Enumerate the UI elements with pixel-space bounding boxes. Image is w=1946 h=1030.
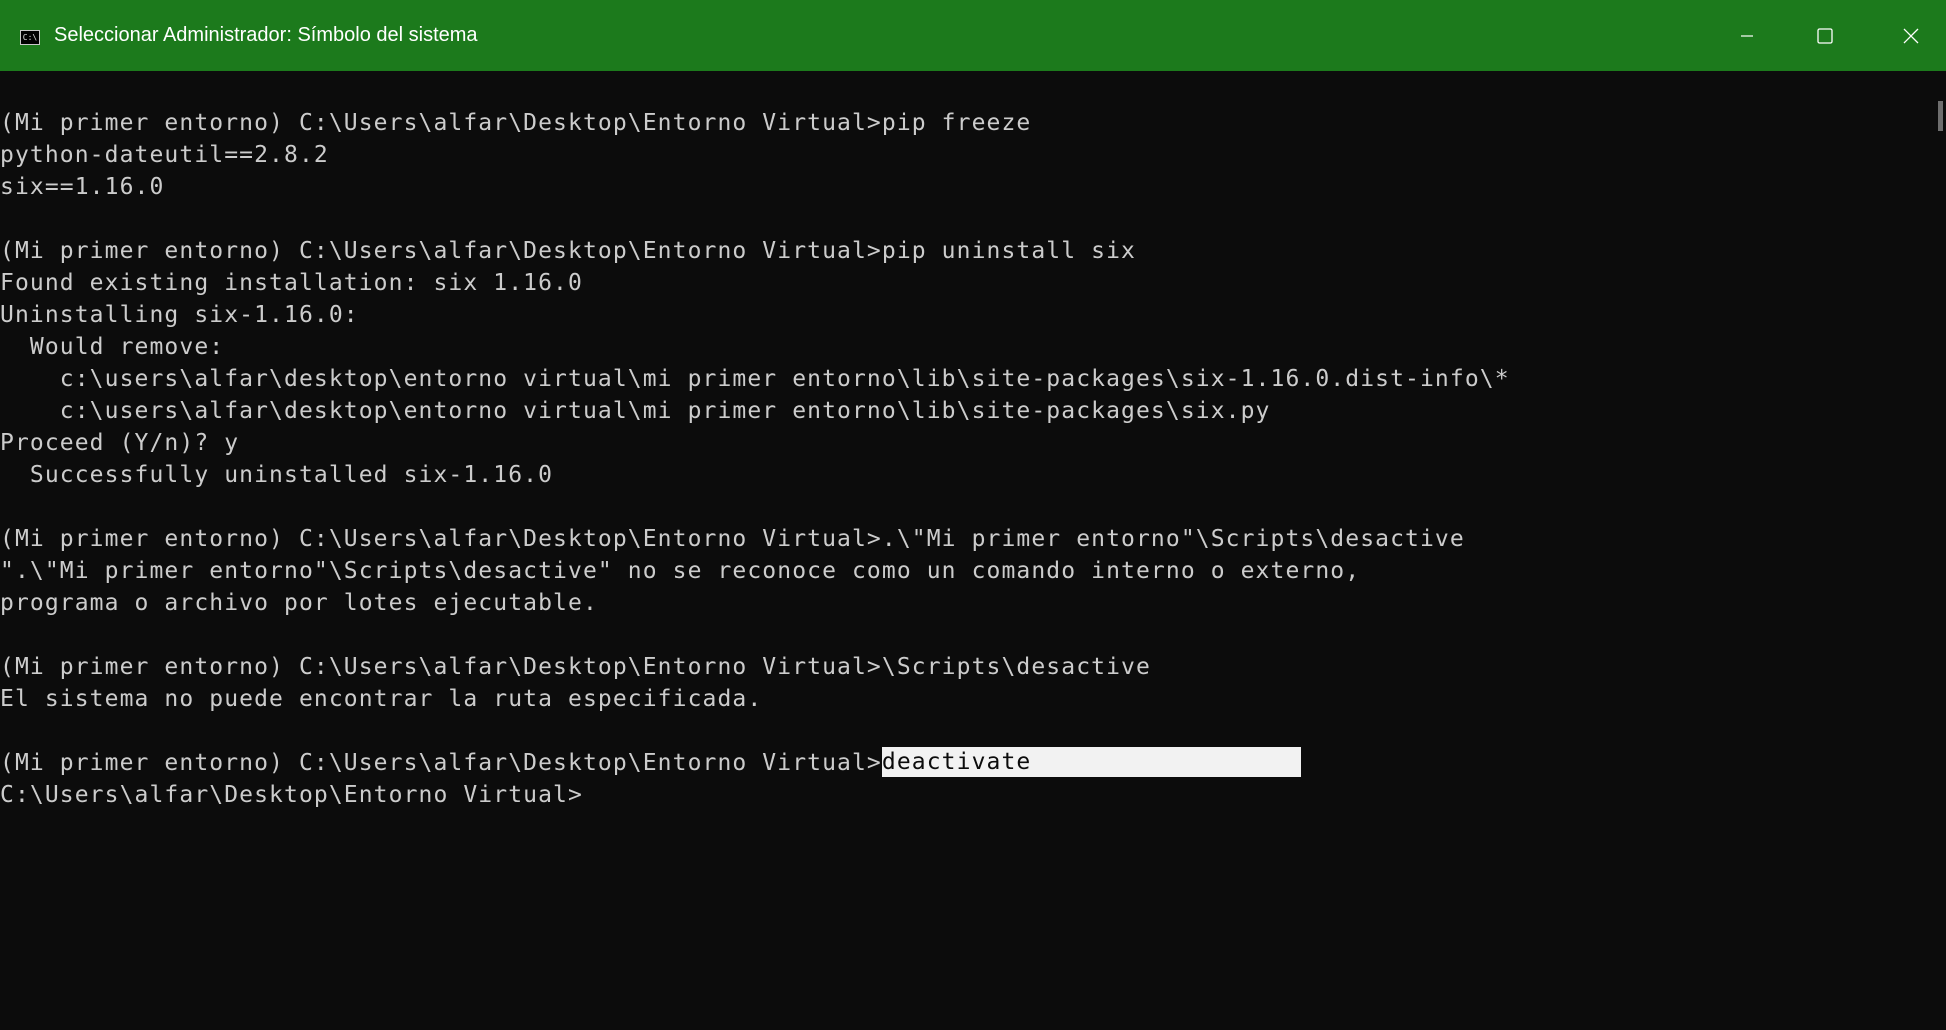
cmd-window: C:\ Seleccionar Administrador: Símbolo d… <box>0 0 1946 1030</box>
console-line: (Mi primer entorno) C:\Users\alfar\Deskt… <box>0 654 1151 680</box>
cmd-icon[interactable]: C:\ <box>20 30 40 45</box>
console-line: c:\users\alfar\desktop\entorno virtual\m… <box>0 366 1510 392</box>
console-line: (Mi primer entorno) C:\Users\alfar\Deskt… <box>0 110 1032 136</box>
maximize-icon <box>1817 27 1833 44</box>
console-line: c:\users\alfar\desktop\entorno virtual\m… <box>0 398 1271 424</box>
console-line: programa o archivo por lotes ejecutable. <box>0 590 598 616</box>
console-output[interactable]: (Mi primer entorno) C:\Users\alfar\Deskt… <box>0 71 1938 1030</box>
console-line: (Mi primer entorno) C:\Users\alfar\Deskt… <box>0 526 1465 552</box>
console-line: (Mi primer entorno) C:\Users\alfar\Deskt… <box>0 238 1136 264</box>
title-bar[interactable]: C:\ Seleccionar Administrador: Símbolo d… <box>0 0 1946 71</box>
console-line: Successfully uninstalled six-1.16.0 <box>0 462 554 488</box>
console-line: Proceed (Y/n)? y <box>0 430 240 456</box>
vertical-scrollbar[interactable] <box>1938 71 1946 1030</box>
maximize-button[interactable] <box>1790 0 1860 71</box>
selected-command[interactable]: deactivate <box>881 747 1301 777</box>
window-title: Seleccionar Administrador: Símbolo del s… <box>54 24 478 46</box>
console-line: El sistema no puede encontrar la ruta es… <box>0 686 763 712</box>
console-line: ".\"Mi primer entorno"\Scripts\desactive… <box>0 558 1361 584</box>
console-line: Uninstalling six-1.16.0: <box>0 302 359 328</box>
minimize-button[interactable] <box>1712 0 1782 71</box>
console-selected-line: (Mi primer entorno) C:\Users\alfar\Deskt… <box>0 747 1938 779</box>
console-line: Would remove: <box>0 334 225 360</box>
minimize-icon <box>1741 34 1753 37</box>
close-button[interactable] <box>1876 0 1946 71</box>
scrollbar-thumb[interactable] <box>1938 101 1943 131</box>
console-prompt: (Mi primer entorno) C:\Users\alfar\Deskt… <box>0 750 882 776</box>
console-line: python-dateutil==2.8.2 <box>0 142 329 168</box>
console-line: six==1.16.0 <box>0 174 165 200</box>
close-icon <box>1903 28 1919 43</box>
console-current-prompt[interactable]: C:\Users\alfar\Desktop\Entorno Virtual> <box>0 779 1938 811</box>
console-line: Found existing installation: six 1.16.0 <box>0 270 583 296</box>
